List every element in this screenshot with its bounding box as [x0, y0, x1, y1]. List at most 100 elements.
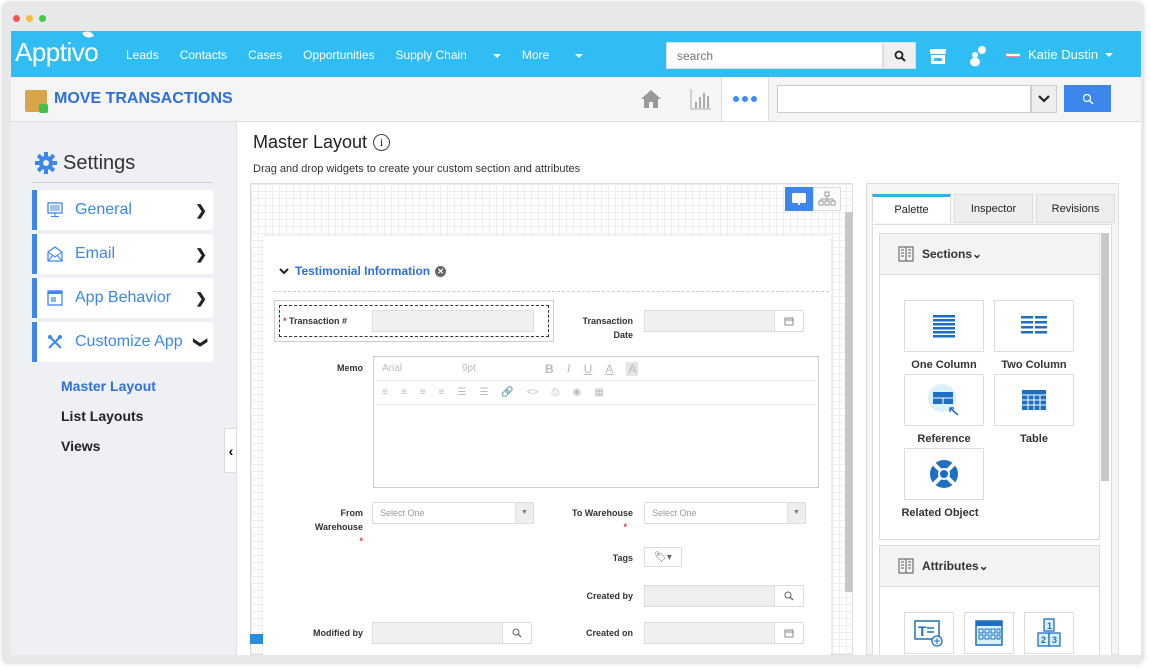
more-options-button[interactable] — [721, 77, 769, 121]
palette-scrollbar[interactable] — [1101, 233, 1109, 481]
date-picker-button[interactable] — [774, 310, 804, 332]
submenu-master-layout[interactable]: Master Layout — [61, 378, 156, 394]
columns-icon — [898, 246, 914, 262]
highlight-button[interactable]: A — [626, 361, 639, 376]
sections-group-header[interactable]: Sections ⌄ — [879, 233, 1100, 275]
align-center-icon[interactable]: ≡ — [401, 387, 407, 398]
bullet-list-icon[interactable]: ☰ — [457, 387, 466, 398]
attribute-text-field[interactable]: T — [904, 612, 954, 654]
sidebar-item-customize-app[interactable]: Customize App ❯ — [32, 322, 213, 362]
attribute-date[interactable] — [964, 612, 1014, 654]
close-dot[interactable] — [13, 15, 20, 22]
print-icon[interactable]: ⎙ — [551, 387, 559, 398]
search-icon — [784, 591, 794, 601]
font-color-button[interactable]: A — [605, 362, 613, 376]
envelope-icon — [47, 246, 63, 262]
modified-by-search-button[interactable] — [502, 622, 532, 644]
widget-related-object[interactable] — [904, 448, 984, 500]
nav-more[interactable]: More — [522, 48, 584, 62]
global-search-button[interactable] — [883, 42, 916, 69]
chevron-down-icon — [279, 268, 289, 275]
transaction-date-input[interactable] — [644, 310, 776, 332]
desktop-view-button[interactable] — [785, 187, 813, 211]
person-icon[interactable] — [967, 45, 987, 67]
maximize-dot[interactable] — [39, 15, 46, 22]
columns-icon — [898, 558, 914, 574]
layout-canvas[interactable]: Testimonial Information ✕ * Transaction … — [250, 183, 853, 656]
nav-cases[interactable]: Cases — [248, 48, 282, 62]
settings-heading: Settings — [34, 151, 135, 175]
nav-leads[interactable]: Leads — [126, 48, 159, 62]
select-dropdown-button[interactable] — [1031, 85, 1057, 113]
submenu-list-layouts[interactable]: List Layouts — [61, 408, 143, 424]
svg-text:3: 3 — [1052, 635, 1057, 645]
nav-opportunities[interactable]: Opportunities — [303, 48, 374, 62]
created-by-input[interactable] — [644, 585, 776, 607]
font-size-select[interactable]: 9pt — [462, 363, 532, 374]
chevron-right-icon: ❯ — [195, 289, 207, 306]
search-icon — [1082, 93, 1094, 105]
widget-reference[interactable] — [904, 374, 984, 426]
tags-button[interactable]: 🏷 ▾ — [644, 547, 682, 567]
app-title[interactable]: MOVE TRANSACTIONS — [54, 90, 233, 108]
widget-table[interactable] — [994, 374, 1074, 426]
palette-panel: Palette Inspector Revisions Sections ⌄ On… — [866, 183, 1119, 657]
memo-editor[interactable]: Arial 9pt B I U A A ≡ ≡ ≡ ≡ ☰ ☰ 🔗 <> ⎙ ◉… — [373, 356, 819, 488]
label-tags: Tags — [612, 553, 633, 563]
user-menu[interactable]: Katie Dustin — [1006, 47, 1114, 62]
apptivo-logo[interactable]: Apptivo — [15, 29, 99, 68]
attributes-group-header[interactable]: Attributes ⌄ — [879, 545, 1100, 587]
link-icon[interactable]: 🔗 — [501, 387, 513, 398]
font-family-select[interactable]: Arial — [382, 363, 442, 374]
global-search-input[interactable] — [667, 43, 882, 68]
widget-two-column[interactable] — [994, 300, 1074, 352]
minimize-dot[interactable] — [26, 15, 33, 22]
remove-section-icon[interactable]: ✕ — [435, 265, 447, 277]
section-card: Testimonial Information ✕ * Transaction … — [263, 236, 831, 656]
canvas-scrollbar[interactable] — [845, 212, 853, 592]
table-icon[interactable]: ▦ — [594, 387, 603, 398]
label-created-on: Created on — [585, 628, 633, 638]
app-search-button[interactable] — [1064, 85, 1111, 112]
chevron-right-icon: ❯ — [195, 201, 207, 218]
app-search-select[interactable] — [777, 85, 1031, 113]
table-icon — [1022, 390, 1046, 410]
transaction-number-input[interactable] — [372, 310, 534, 332]
nav-contacts[interactable]: Contacts — [180, 48, 227, 62]
to-warehouse-select[interactable]: Select One ▼ — [644, 502, 806, 524]
tab-palette[interactable]: Palette — [872, 194, 951, 223]
horizontal-scrollbar[interactable] — [236, 655, 1141, 663]
modified-by-input[interactable] — [372, 622, 504, 644]
sidebar-item-general[interactable]: General ❯ — [32, 190, 213, 230]
section-header[interactable]: Testimonial Information ✕ — [279, 264, 447, 278]
home-icon[interactable] — [640, 89, 662, 109]
created-by-search-button[interactable] — [774, 585, 804, 607]
sidebar-item-app-behavior[interactable]: App Behavior ❯ — [32, 278, 213, 318]
align-right-icon[interactable]: ≡ — [420, 387, 426, 398]
preview-icon[interactable]: ◉ — [572, 387, 581, 398]
attribute-number[interactable]: 123 — [1024, 612, 1074, 654]
underline-button[interactable]: U — [584, 362, 593, 376]
sidebar-item-email[interactable]: Email ❯ — [32, 234, 213, 274]
store-icon[interactable] — [929, 47, 947, 65]
italic-button[interactable]: I — [567, 361, 571, 376]
from-warehouse-select[interactable]: Select One ▼ — [372, 502, 534, 524]
tab-inspector[interactable]: Inspector — [954, 194, 1033, 223]
nav-supply-chain[interactable]: Supply Chain — [395, 48, 501, 62]
chart-icon[interactable] — [690, 88, 712, 110]
hierarchy-view-button[interactable] — [813, 187, 841, 211]
created-on-date-button[interactable] — [774, 622, 804, 644]
bold-button[interactable]: B — [545, 362, 554, 376]
info-icon[interactable]: i — [373, 134, 391, 151]
created-on-input[interactable] — [644, 622, 776, 644]
numbered-list-icon[interactable]: ☰ — [479, 387, 488, 398]
submenu-views[interactable]: Views — [61, 438, 100, 454]
widget-one-column[interactable] — [904, 300, 984, 352]
chevron-down-icon: ⌄ — [978, 559, 989, 573]
tab-revisions[interactable]: Revisions — [1036, 194, 1115, 223]
caret-down-icon — [492, 53, 501, 58]
code-icon[interactable]: <> — [527, 387, 539, 398]
related-object-icon — [930, 460, 958, 488]
align-left-icon[interactable]: ≡ — [382, 387, 388, 398]
justify-icon[interactable]: ≡ — [439, 387, 445, 398]
